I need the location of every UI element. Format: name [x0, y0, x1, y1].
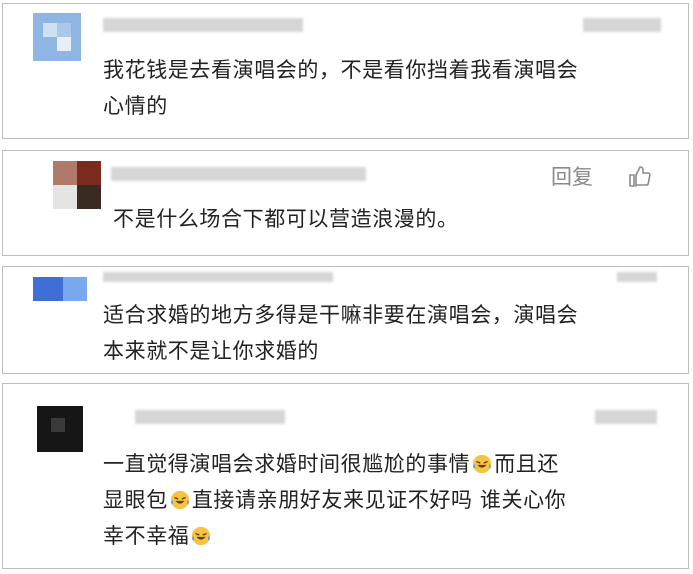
username-redacted	[111, 167, 366, 181]
avatar[interactable]	[33, 13, 81, 61]
comment-segment: 直接请亲朋好友来见证不好吗 谁关心你	[191, 488, 567, 512]
username-redacted	[135, 410, 285, 424]
meta-redacted	[583, 18, 661, 32]
avatar[interactable]	[33, 269, 93, 303]
avatar[interactable]	[37, 406, 83, 452]
laughing-crying-face-icon	[192, 526, 211, 546]
comment-line: 我花钱是去看演唱会的，不是看你挡着我看演唱会	[103, 58, 579, 82]
laughing-crying-face-icon	[170, 490, 189, 510]
meta-redacted	[595, 410, 657, 424]
comment-card-2: 回复 不是什么场合下都可以营造浪漫的。	[2, 150, 689, 256]
comment-card-3: 适合求婚的地方多得是干嘛非要在演唱会，演唱会 本来就不是让你求婚的	[2, 266, 689, 374]
comment-segment: 一直觉得演唱会求婚时间很尴尬的事情	[103, 452, 471, 476]
username-redacted	[103, 272, 333, 282]
comment-line: 本来就不是让你求婚的	[103, 339, 319, 363]
comment-segment: 显眼包	[103, 488, 168, 512]
comment-text: 适合求婚的地方多得是干嘛非要在演唱会，演唱会 本来就不是让你求婚的	[103, 297, 668, 369]
thumbs-up-icon[interactable]	[627, 165, 651, 189]
reply-button[interactable]: 回复	[551, 165, 593, 189]
laughing-crying-face-icon	[473, 454, 492, 474]
comment-segment: 幸不幸福	[103, 524, 190, 548]
avatar[interactable]	[53, 161, 101, 209]
comment-card-4: 一直觉得演唱会求婚时间很尴尬的事情 而且还 显眼包 直接请亲朋好友来见证不好吗 谁关…	[2, 383, 689, 569]
comment-line: 一直觉得演唱会求婚时间很尴尬的事情 而且还	[103, 446, 668, 482]
comment-line: 适合求婚的地方多得是干嘛非要在演唱会，演唱会	[103, 303, 579, 327]
meta-redacted	[617, 272, 657, 282]
comment-card-1: 我花钱是去看演唱会的，不是看你挡着我看演唱会 心情的	[2, 3, 689, 139]
username-redacted	[103, 18, 303, 32]
comment-line: 不是什么场合下都可以营造浪漫的。	[113, 207, 459, 231]
comment-segment: 而且还	[494, 452, 560, 476]
comment-line: 显眼包 直接请亲朋好友来见证不好吗 谁关心你	[103, 482, 668, 518]
comment-line: 心情的	[103, 94, 168, 118]
comment-text: 一直觉得演唱会求婚时间很尴尬的事情 而且还 显眼包 直接请亲朋好友来见证不好吗 谁关…	[103, 446, 668, 554]
comment-line: 幸不幸福	[103, 518, 668, 554]
comment-text: 不是什么场合下都可以营造浪漫的。	[113, 201, 668, 237]
comment-text: 我花钱是去看演唱会的，不是看你挡着我看演唱会 心情的	[103, 52, 668, 124]
